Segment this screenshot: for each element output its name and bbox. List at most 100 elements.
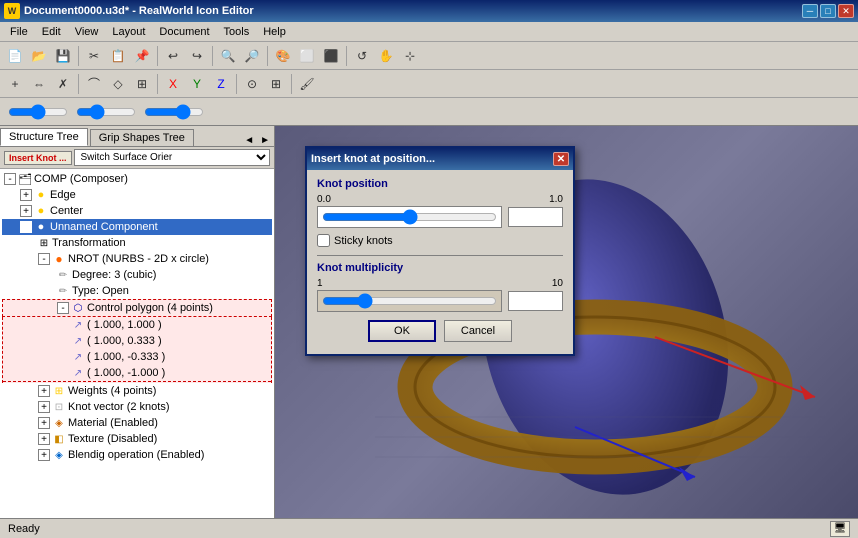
- tree-node-edge[interactable]: + ● Edge: [2, 187, 272, 203]
- knot-position-label: Knot position: [317, 178, 563, 190]
- tree-node-material[interactable]: + ◈ Material (Enabled): [2, 415, 272, 431]
- tree-node-degree[interactable]: ✏ Degree: 3 (cubic): [2, 267, 272, 283]
- insert-knot-button[interactable]: Insert Knot ...: [4, 151, 72, 165]
- tree-node-weights[interactable]: + ⊞ Weights (4 points): [2, 383, 272, 399]
- paste-button[interactable]: 📌: [131, 45, 153, 67]
- save-button[interactable]: 💾: [52, 45, 74, 67]
- label-weights: Weights (4 points): [68, 385, 156, 397]
- toggle-nrot[interactable]: -: [38, 253, 50, 265]
- move-button[interactable]: ⇔: [28, 73, 50, 95]
- tree-node-type[interactable]: ✏ Type: Open: [2, 283, 272, 299]
- menu-tools[interactable]: Tools: [218, 24, 256, 40]
- tree-node-transformation[interactable]: ⊞ Transformation: [2, 235, 272, 251]
- new-button[interactable]: 📄: [4, 45, 26, 67]
- label-control-polygon: Control polygon (4 points): [87, 302, 213, 314]
- menu-view[interactable]: View: [69, 24, 105, 40]
- tree-node-pt2[interactable]: ↗ ( 1.000, 0.333 ): [3, 333, 271, 349]
- zoom-in-button[interactable]: 🔍: [217, 45, 239, 67]
- select-button[interactable]: ⊹: [399, 45, 421, 67]
- tab-grip-shapes-tree[interactable]: Grip Shapes Tree: [90, 129, 194, 146]
- dialog-overlay: Insert knot at position... ✕ Knot positi…: [275, 126, 858, 518]
- menu-document[interactable]: Document: [153, 24, 215, 40]
- tab-structure-tree[interactable]: Structure Tree: [0, 128, 88, 146]
- knot-multiplicity-slider[interactable]: [322, 293, 497, 309]
- toggle-knot-vector[interactable]: +: [38, 401, 50, 413]
- toolbar-1: 📄 📂 💾 ✂ 📋 📌 ↩ ↪ 🔍 🔎 🎨 ⬜ ⬛ ↺ ✋ ⊹: [0, 42, 858, 70]
- tree-node-texture[interactable]: + ◧ Texture (Disabled): [2, 431, 272, 447]
- zoom-out-button[interactable]: 🔎: [241, 45, 263, 67]
- sticky-knots-checkbox[interactable]: [317, 234, 330, 247]
- knot-position-input[interactable]: 0.500: [508, 207, 563, 227]
- axis-z-button[interactable]: Z: [210, 73, 232, 95]
- tab-arrow-left[interactable]: ◄: [242, 135, 256, 146]
- undo-button[interactable]: ↩: [162, 45, 184, 67]
- tree-node-unnamed[interactable]: - ● Unnamed Component: [2, 219, 272, 235]
- tree-node-nrot[interactable]: - ● NROT (NURBS - 2D x circle): [2, 251, 272, 267]
- axis-y-button[interactable]: Y: [186, 73, 208, 95]
- sticky-knots-row: Sticky knots: [317, 234, 563, 247]
- label-degree: Degree: 3 (cubic): [72, 269, 156, 281]
- knot-multiplicity-input[interactable]: 3: [508, 291, 563, 311]
- open-button[interactable]: 📂: [28, 45, 50, 67]
- menu-help[interactable]: Help: [257, 24, 292, 40]
- tree-node-comp[interactable]: - 🗂 COMP (Composer): [2, 171, 272, 187]
- toggle-texture[interactable]: +: [38, 433, 50, 445]
- tree-node-pt4[interactable]: ↗ ( 1.000, -1.000 ): [3, 365, 271, 382]
- minimize-button[interactable]: ─: [802, 4, 818, 18]
- toggle-blending[interactable]: +: [38, 449, 50, 461]
- tab-arrow-right[interactable]: ►: [258, 135, 272, 146]
- viewport[interactable]: Insert knot at position... ✕ Knot positi…: [275, 126, 858, 518]
- mesh-button[interactable]: ⊞: [131, 73, 153, 95]
- render-button[interactable]: 🎨: [272, 45, 294, 67]
- slider-1[interactable]: [8, 106, 68, 118]
- knot-position-slider[interactable]: [322, 209, 497, 225]
- toggle-edge[interactable]: +: [20, 189, 32, 201]
- solid-button[interactable]: ⬛: [320, 45, 342, 67]
- rotate-button[interactable]: ↺: [351, 45, 373, 67]
- tree-node-blending[interactable]: + ◈ Blendig operation (Enabled): [2, 447, 272, 463]
- menu-edit[interactable]: Edit: [36, 24, 67, 40]
- icon-pt2: ↗: [71, 334, 85, 348]
- toggle-comp[interactable]: -: [4, 173, 16, 185]
- grid-button[interactable]: ⊞: [265, 73, 287, 95]
- wire-button[interactable]: ⬜: [296, 45, 318, 67]
- copy-button[interactable]: 📋: [107, 45, 129, 67]
- dialog-close-button[interactable]: ✕: [553, 152, 569, 166]
- paint-button[interactable]: 🖌: [296, 73, 318, 95]
- toggle-center[interactable]: +: [20, 205, 32, 217]
- snap-button[interactable]: ⊙: [241, 73, 263, 95]
- folder-icon-comp: 🗂: [18, 172, 32, 186]
- tree-node-pt1[interactable]: ↗ ( 1.000, 1.000 ): [3, 317, 271, 333]
- label-knot-vector: Knot vector (2 knots): [68, 401, 170, 413]
- toggle-weights[interactable]: +: [38, 385, 50, 397]
- label-transformation: Transformation: [52, 237, 126, 249]
- tree-node-knot-vector[interactable]: + ⊡ Knot vector (2 knots): [2, 399, 272, 415]
- slider-3[interactable]: [144, 106, 204, 118]
- maximize-button[interactable]: □: [820, 4, 836, 18]
- tree-container[interactable]: - 🗂 COMP (Composer) + ● Edge + ● Center …: [0, 169, 274, 518]
- curve-button[interactable]: ⌒: [83, 73, 105, 95]
- surface-button[interactable]: ◇: [107, 73, 129, 95]
- cut-button[interactable]: ✂: [83, 45, 105, 67]
- delete-button[interactable]: ✗: [52, 73, 74, 95]
- cancel-button[interactable]: Cancel: [444, 320, 512, 342]
- label-unnamed: Unnamed Component: [50, 221, 158, 233]
- pan-button[interactable]: ✋: [375, 45, 397, 67]
- axis-x-button[interactable]: X: [162, 73, 184, 95]
- menu-layout[interactable]: Layout: [106, 24, 151, 40]
- tree-node-control-polygon[interactable]: - ⬡ Control polygon (4 points): [2, 299, 272, 317]
- slider-2[interactable]: [76, 106, 136, 118]
- tree-node-pt3[interactable]: ↗ ( 1.000, -0.333 ): [3, 349, 271, 365]
- close-button[interactable]: ✕: [838, 4, 854, 18]
- redo-button[interactable]: ↪: [186, 45, 208, 67]
- add-point-button[interactable]: +: [4, 73, 26, 95]
- insert-knot-dialog[interactable]: Insert knot at position... ✕ Knot positi…: [305, 146, 575, 356]
- toggle-control-polygon[interactable]: -: [57, 302, 69, 314]
- toggle-material[interactable]: +: [38, 417, 50, 429]
- ok-button[interactable]: OK: [368, 320, 436, 342]
- tree-node-center[interactable]: + ● Center: [2, 203, 272, 219]
- toggle-unnamed[interactable]: -: [20, 221, 32, 233]
- switch-surface-dropdown[interactable]: Switch Surface Orier: [74, 149, 270, 166]
- label-center: Center: [50, 205, 83, 217]
- menu-file[interactable]: File: [4, 24, 34, 40]
